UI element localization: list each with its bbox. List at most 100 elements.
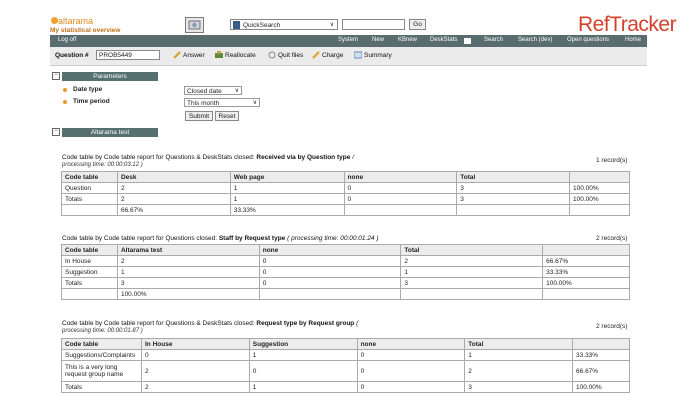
column-header: Total — [464, 338, 574, 350]
column-header: none — [258, 244, 402, 256]
nav-new[interactable]: New — [372, 37, 384, 43]
column-header: Code table — [61, 171, 118, 183]
table-cell: 0 — [258, 277, 402, 289]
table-cell — [569, 204, 630, 216]
date-type-select[interactable]: Closed date ∨ — [184, 86, 242, 95]
quit-files-button[interactable]: Quit files — [278, 52, 303, 59]
time-period-select[interactable]: This month ∨ — [184, 98, 260, 107]
table-cell: 33.33% — [542, 266, 630, 278]
table-cell: 1 — [116, 266, 260, 278]
table-cell: 1 — [400, 266, 544, 278]
question-number-input[interactable]: PROB5449 — [96, 50, 160, 60]
table-cell — [61, 288, 118, 300]
bullet-icon — [63, 100, 67, 104]
quit-files-icon[interactable] — [268, 51, 276, 59]
toolbar-image-icon[interactable] — [185, 17, 204, 33]
table-cell: 66.67% — [572, 360, 630, 382]
table-row: Totals 2 1 0 3 100.00% — [61, 193, 630, 205]
table-cell: 33.33% — [229, 204, 345, 216]
table-cell: 1 — [248, 381, 358, 393]
table-cell: In House — [61, 255, 118, 267]
quicksearch-select[interactable]: QuickSearch ∨ — [230, 19, 338, 30]
chevron-down-icon: ∨ — [234, 88, 239, 94]
time-period-value: This month — [187, 100, 220, 107]
nav-system[interactable]: System — [338, 37, 358, 43]
column-header: none — [343, 171, 458, 183]
nav-kbnew[interactable]: KBnew — [398, 37, 417, 43]
deskstats-icon[interactable] — [464, 38, 471, 44]
table-cell: 1 — [229, 193, 345, 205]
report-3-record-count: 2 record(s) — [596, 323, 628, 330]
table-row: Suggestions/Complaints 0 1 0 1 33.33% — [61, 349, 630, 361]
table-cell: Totals — [61, 193, 118, 205]
table-header-row: Code table In House Suggestion none Tota… — [61, 338, 630, 350]
summary-icon[interactable] — [354, 51, 362, 59]
column-header: Code table — [61, 244, 118, 256]
column-header: Suggestion — [248, 338, 358, 350]
table-cell: This is a very long request group name — [61, 360, 142, 382]
report-1-table: Code table Desk Web page none Total Ques… — [61, 171, 630, 216]
logo-text: altarama — [58, 16, 94, 26]
table-cell: 2 — [464, 360, 574, 382]
table-row: Suggestion 1 0 1 33.33% — [61, 266, 630, 278]
table-row: In House 2 0 2 66.67% — [61, 255, 630, 267]
table-cell: Totals — [61, 277, 118, 289]
logoff-link[interactable]: Log off — [58, 37, 76, 43]
table-cell: 3 — [116, 277, 260, 289]
charge-button[interactable]: Charge — [322, 52, 343, 59]
chevron-down-icon: ∨ — [252, 100, 257, 106]
reallocate-button[interactable]: Reallocate — [225, 52, 256, 59]
bullet-icon — [63, 88, 67, 92]
table-cell: 0 — [343, 182, 458, 194]
table-cell: 1 — [248, 349, 358, 361]
reallocate-icon[interactable] — [215, 51, 223, 59]
chevron-down-icon: ∨ — [329, 22, 334, 28]
table-row: Totals 2 1 0 3 100.00% — [61, 381, 630, 393]
nav-search-dev[interactable]: Search (dev) — [518, 37, 552, 43]
summary-button[interactable]: Summary — [364, 52, 392, 59]
nav-search[interactable]: Search — [484, 37, 503, 43]
answer-icon[interactable] — [173, 51, 181, 59]
table-cell: 0 — [343, 193, 458, 205]
reset-button[interactable]: Reset — [215, 111, 239, 121]
charge-icon[interactable] — [312, 51, 320, 59]
table-row: Totals 3 0 3 100.00% — [61, 277, 630, 289]
column-header — [572, 338, 630, 350]
table-cell: 100.00% — [569, 182, 630, 194]
table-cell: Suggestion — [61, 266, 118, 278]
table-cell: 2 — [116, 255, 260, 267]
table-cell — [400, 288, 544, 300]
submit-button[interactable]: Submit — [185, 111, 213, 121]
go-button[interactable]: Go — [409, 19, 426, 30]
report-1-title: Code table by Code table report for Ques… — [62, 154, 354, 161]
altarama-logo-icon — [51, 17, 58, 24]
table-cell: 66.67% — [542, 255, 630, 267]
column-header: In House — [140, 338, 250, 350]
parameters-header: Parameters — [62, 72, 158, 81]
quicksearch-icon — [233, 21, 240, 29]
table-cell: 2 — [140, 381, 250, 393]
table-row: 66.67% 33.33% — [61, 204, 630, 216]
column-header: Code table — [61, 338, 142, 350]
table-cell — [542, 288, 630, 300]
answer-button[interactable]: Answer — [183, 52, 205, 59]
nav-home[interactable]: Home — [625, 37, 641, 43]
column-header: Altarama test — [116, 244, 260, 256]
table-cell: 100.00% — [572, 381, 630, 393]
table-cell: 3 — [456, 182, 571, 194]
table-cell: 3 — [400, 277, 544, 289]
altarama-test-header: Altarama test — [62, 128, 158, 137]
table-cell — [343, 204, 458, 216]
column-header: none — [356, 338, 466, 350]
report-2-title: Code table by Code table report for Ques… — [62, 235, 379, 242]
table-cell: 0 — [356, 349, 466, 361]
report-2-table: Code table Altarama test none Total In H… — [61, 244, 630, 300]
nav-open-questions[interactable]: Open questions — [567, 37, 609, 43]
column-header — [542, 244, 630, 256]
quicksearch-input[interactable] — [342, 19, 405, 30]
table-cell: 0 — [356, 381, 466, 393]
page-subtitle[interactable]: My statistical overview — [50, 27, 120, 34]
collapse-parameters-icon[interactable]: − — [52, 72, 60, 80]
nav-deskstats[interactable]: DeskStats — [430, 37, 457, 43]
collapse-altarama-test-icon[interactable]: − — [52, 128, 60, 136]
